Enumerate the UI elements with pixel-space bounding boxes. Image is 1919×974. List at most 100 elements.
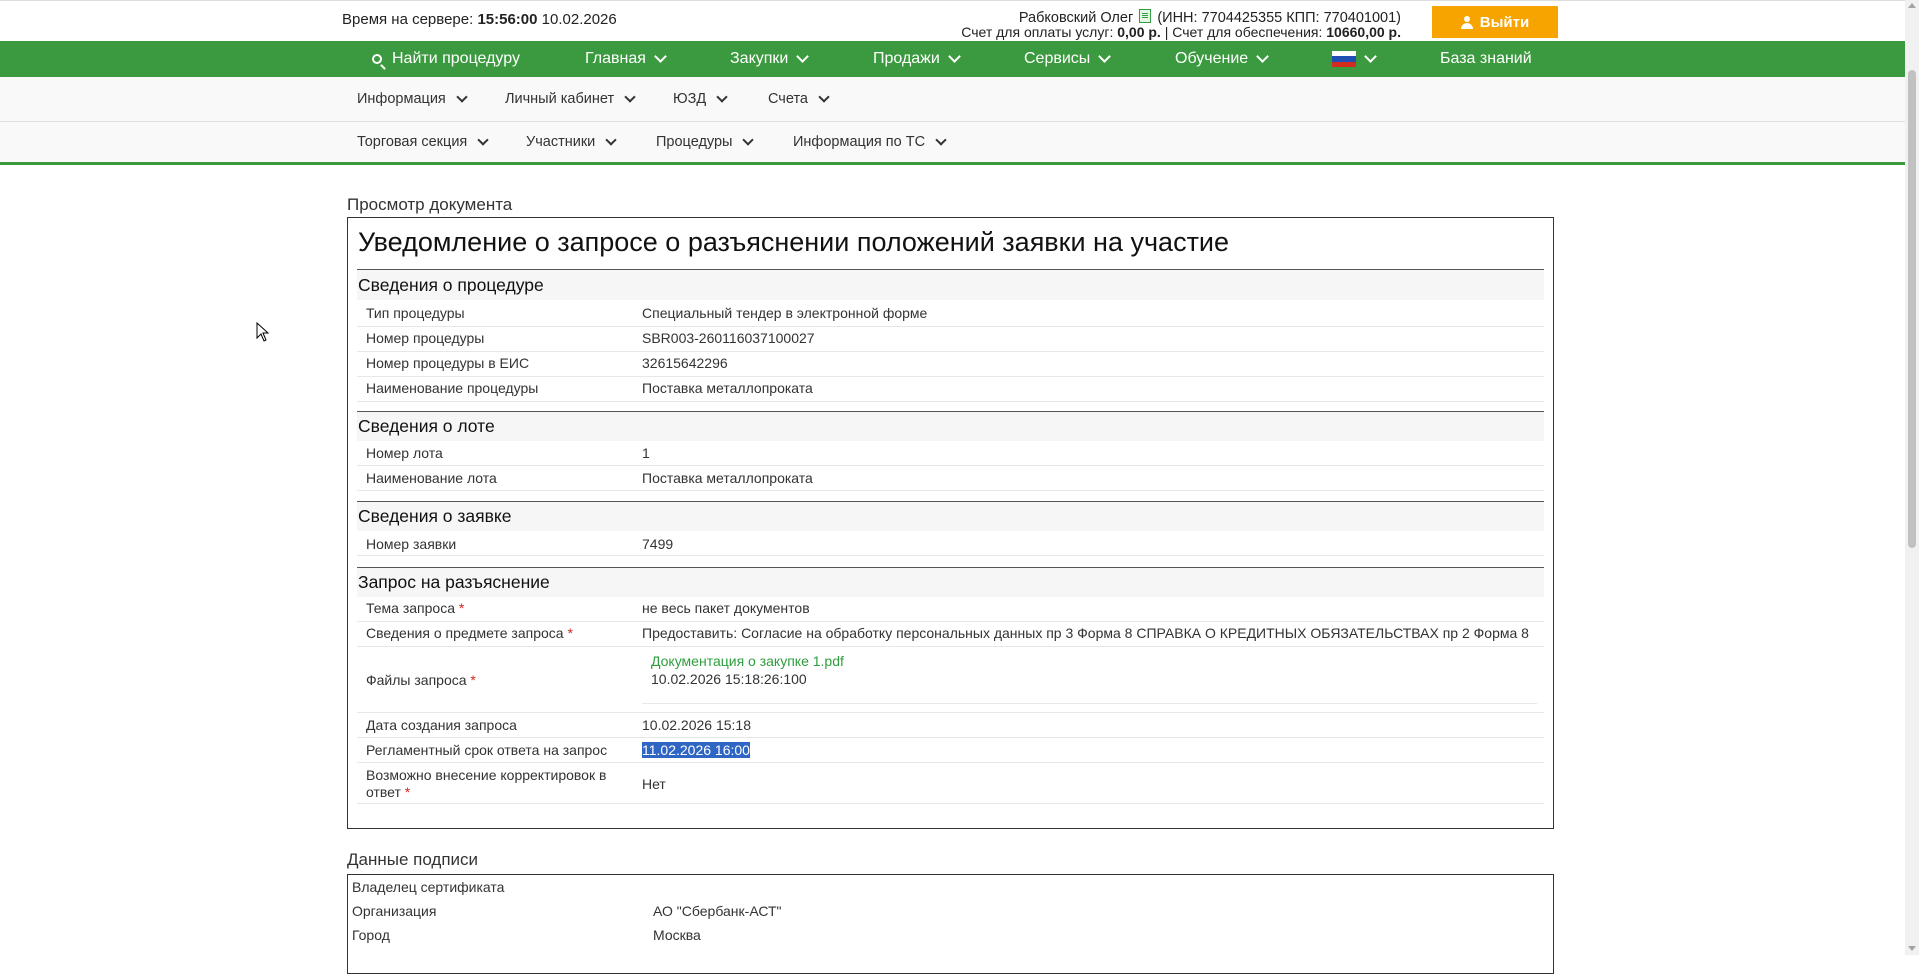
field-value: 7499 xyxy=(642,536,674,552)
field-label: Номер процедуры xyxy=(366,330,485,346)
document-icon[interactable] xyxy=(1139,9,1152,23)
chevron-down-icon xyxy=(654,50,667,63)
org-label: Организация xyxy=(352,903,437,919)
chevron-down-icon xyxy=(477,133,489,146)
document-title: Уведомление о запросе о разъяснении поло… xyxy=(358,227,1230,257)
subject-value: Предоставить: Согласие на обработку перс… xyxy=(642,625,1529,641)
field-value: 1 xyxy=(642,445,650,461)
logout-label: Выйти xyxy=(1479,13,1530,31)
field-row: Номер процедуры SBR003-260116037100027 xyxy=(357,327,1544,352)
chevron-down-icon xyxy=(947,50,961,63)
field-value: Поставка металлопроката xyxy=(642,470,813,486)
field-row: Регламентный срок ответа на запрос 11.02… xyxy=(357,738,1544,763)
deadline-value: 11.02.2026 16:00 xyxy=(642,742,750,758)
scroll-thumb[interactable] xyxy=(1908,70,1916,548)
nav-item-sales[interactable]: Продажи xyxy=(873,41,961,77)
knowledge-base-link[interactable]: База знаний xyxy=(1440,41,1532,77)
subnav-item-participants[interactable]: Участники xyxy=(526,122,617,162)
subnav-item-yuzd[interactable]: ЮЗД xyxy=(673,77,728,121)
chevron-down-icon xyxy=(742,133,755,146)
created-label: Дата создания запроса xyxy=(366,717,517,733)
field-label: Файлы запроса * xyxy=(366,672,476,688)
subnav-label: Личный кабинет xyxy=(505,91,615,107)
subnav-label: Счета xyxy=(768,91,808,107)
field-row: Дата создания запроса 10.02.2026 15:18 xyxy=(357,713,1544,738)
sub-nav-primary: Информация Личный кабинет ЮЗД Счета xyxy=(0,77,1905,122)
subnav-label: Информация xyxy=(357,91,446,107)
field-label: Возможно внесение корректировок в ответ * xyxy=(366,767,606,801)
server-time-label: Время на сервере: xyxy=(342,11,474,28)
field-row: Тип процедуры Специальный тендер в элект… xyxy=(357,302,1544,327)
account-security-label: Счет для обеспечения: xyxy=(1172,24,1323,40)
user-icon xyxy=(1460,15,1473,29)
server-time: Время на сервере: 15:56:00 10.02.2026 xyxy=(342,11,617,28)
chevron-down-icon xyxy=(935,133,947,146)
language-selector[interactable] xyxy=(1332,41,1377,77)
find-procedure-link[interactable]: Найти процедуру xyxy=(372,41,520,77)
file-link[interactable]: Документация о закупке 1.pdf xyxy=(651,653,844,669)
nav-item-learning[interactable]: Обучение xyxy=(1175,41,1270,77)
signature-caption: Данные подписи xyxy=(347,850,479,869)
nav-item-purchases[interactable]: Закупки xyxy=(730,41,810,77)
server-date: 10.02.2026 xyxy=(541,11,617,28)
chevron-down-icon xyxy=(818,90,830,103)
field-row: Тема запроса * не весь пакет документов xyxy=(357,597,1544,622)
subject-label: Сведения о предмете запроса xyxy=(366,625,564,641)
topic-value: не весь пакет документов xyxy=(642,600,810,616)
logout-button[interactable]: Выйти xyxy=(1432,6,1558,38)
scroll-up-arrow-icon[interactable] xyxy=(1908,3,1916,8)
section-heading-application: Сведения о заявке xyxy=(357,501,1544,531)
nav-item-label: Закупки xyxy=(730,50,789,67)
mouse-cursor-icon xyxy=(256,322,270,342)
page-scrollbar[interactable] xyxy=(1905,0,1919,955)
field-label: Номер процедуры в ЕИС xyxy=(366,355,530,371)
file-name[interactable]: Документация о закупке 1.pdf xyxy=(651,653,844,669)
org-value: АО "Сбербанк-АСТ" xyxy=(653,903,782,919)
nav-item-label: Сервисы xyxy=(1024,50,1091,67)
field-row: Возможно внесение корректировок в ответ *… xyxy=(357,763,1544,804)
deadline-label: Регламентный срок ответа на запрос xyxy=(366,742,608,758)
field-label: Сведения о предмете запроса * xyxy=(366,625,573,641)
section-heading-lot: Сведения о лоте xyxy=(357,411,1544,441)
field-value: 32615642296 xyxy=(642,355,728,371)
section-heading-request: Запрос на разъяснение xyxy=(357,567,1544,597)
user-info: Рабковский Олег (ИНН: 7704425355 КПП: 77… xyxy=(961,9,1401,39)
field-row: Файлы запроса * Документация о закупке 1… xyxy=(357,647,1544,713)
subnav-label: Информация по ТС xyxy=(793,134,926,150)
nav-item-services[interactable]: Сервисы xyxy=(1024,41,1112,77)
created-value: 10.02.2026 15:18 xyxy=(642,717,751,733)
required-mark: * xyxy=(567,625,573,641)
subnav-item-accounts[interactable]: Счета xyxy=(768,77,830,121)
top-bar: Время на сервере: 15:56:00 10.02.2026 Ра… xyxy=(0,0,1905,42)
subnav-item-trading-section[interactable]: Торговая секция xyxy=(357,122,489,162)
scroll-down-arrow-icon[interactable] xyxy=(1908,946,1916,951)
field-label: Номер заявки xyxy=(366,536,457,552)
field-label: Наименование процедуры xyxy=(366,380,539,396)
corrections-label-cont: ответ xyxy=(366,784,401,800)
field-row: Номер процедуры в ЕИС 32615642296 xyxy=(357,352,1544,377)
subnav-item-cabinet[interactable]: Личный кабинет xyxy=(505,77,636,121)
russia-flag-icon xyxy=(1332,51,1356,67)
field-row: Наименование процедуры Поставка металлоп… xyxy=(357,377,1544,402)
city-label: Город xyxy=(352,927,390,943)
account-separator: | xyxy=(1164,24,1169,40)
document-panel: Уведомление о запросе о разъяснении поло… xyxy=(347,217,1554,829)
nav-item-main[interactable]: Главная xyxy=(585,41,667,77)
field-label: Номер лота xyxy=(366,445,443,461)
chevron-down-icon xyxy=(605,133,617,146)
field-label: Тема запроса * xyxy=(366,600,464,616)
subnav-item-information[interactable]: Информация xyxy=(357,77,468,121)
file-divider xyxy=(642,703,1537,704)
field-row: Номер лота 1 xyxy=(357,441,1544,466)
search-icon xyxy=(372,54,382,64)
signature-panel: Владелец сертификата Организация АО "Сбе… xyxy=(347,874,1554,974)
field-value: Поставка металлопроката xyxy=(642,380,813,396)
subnav-item-ts-info[interactable]: Информация по ТС xyxy=(793,122,947,162)
field-value: Специальный тендер в электронной форме xyxy=(642,305,928,321)
required-mark: * xyxy=(404,784,411,800)
field-label: Тип процедуры xyxy=(366,305,465,321)
subnav-item-procedures[interactable]: Процедуры xyxy=(656,122,755,162)
main-nav: Найти процедуру Главная Закупки Продажи … xyxy=(0,41,1905,77)
corrections-label: Возможно внесение корректировок в xyxy=(366,767,607,783)
knowledge-base-label: База знаний xyxy=(1440,50,1532,67)
